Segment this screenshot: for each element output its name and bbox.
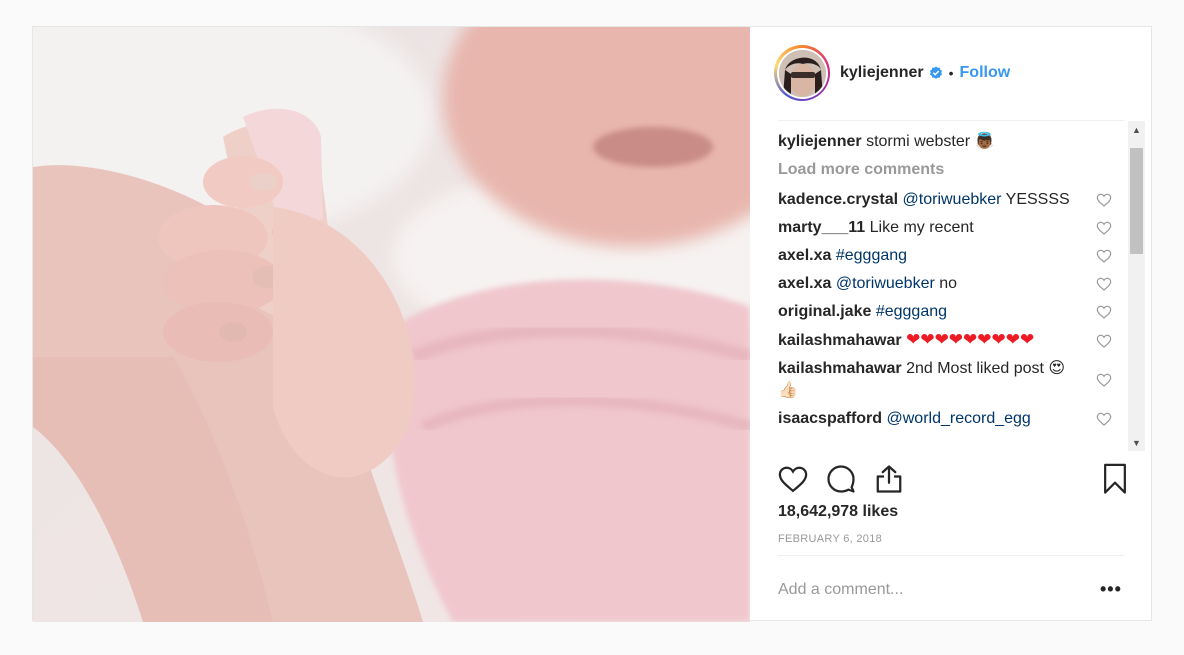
more-options-button[interactable]: ••• <box>1100 579 1122 600</box>
post-photo[interactable] <box>33 27 750 622</box>
comment-like-heart-icon[interactable] <box>1096 192 1112 208</box>
follow-button[interactable]: Follow <box>960 64 1011 82</box>
comment-like-heart-icon[interactable] <box>1096 304 1112 320</box>
post-date[interactable]: FEBRUARY 6, 2018 <box>778 533 882 545</box>
post-header: kyliejenner • Follow <box>774 44 1010 102</box>
scrollbar-thumb[interactable] <box>1130 148 1143 254</box>
comment-like-heart-icon[interactable] <box>1096 333 1112 349</box>
comment-hashtag[interactable]: #egggang <box>876 303 947 320</box>
comment-like-heart-icon[interactable] <box>1096 372 1112 388</box>
comment-username[interactable]: kailashmahawar <box>778 360 902 377</box>
comment-text: YESSSS <box>1001 191 1070 208</box>
comment-text: ❤❤❤❤❤❤❤❤❤ <box>906 330 1035 349</box>
comment-mention[interactable]: @toriwuebker <box>903 191 1002 208</box>
comment-row: original.jake #egggang <box>778 301 1128 323</box>
footer-divider <box>778 555 1124 556</box>
comment-username[interactable]: marty___11 <box>778 219 865 236</box>
comment-hashtag[interactable]: #egggang <box>836 247 907 264</box>
comment-like-heart-icon[interactable] <box>1096 276 1112 292</box>
comments-list[interactable]: kyliejenner stormi webster 👼🏾 Load more … <box>750 121 1128 451</box>
comment-icon <box>827 465 855 493</box>
comment-like-heart-icon[interactable] <box>1096 411 1112 427</box>
comment-username[interactable]: axel.xa <box>778 275 831 292</box>
action-bar <box>778 461 1128 497</box>
verified-badge-icon <box>929 66 943 80</box>
comment-row: kadence.crystal @toriwuebker YESSSS <box>778 189 1128 211</box>
share-button[interactable] <box>874 462 910 496</box>
comment-mention[interactable]: @toriwuebker <box>836 275 935 292</box>
comment-username[interactable]: kadence.crystal <box>778 191 898 208</box>
likes-count[interactable]: 18,642,978 likes <box>778 503 898 521</box>
comment-username[interactable]: axel.xa <box>778 247 831 264</box>
comment-row: kailashmahawar 2nd Most liked post 😍👍🏻 <box>778 358 1128 402</box>
comment-row: isaacspafford @world_record_egg <box>778 408 1128 430</box>
separator-dot: • <box>948 65 954 81</box>
comment-row: marty___11 Like my recent <box>778 217 1128 239</box>
comment-username[interactable]: original.jake <box>778 303 871 320</box>
share-icon <box>876 465 902 493</box>
comment-mention[interactable]: @world_record_egg <box>887 410 1031 427</box>
avatar-story-ring[interactable] <box>774 45 830 101</box>
comment-row: axel.xa #egggang <box>778 245 1128 267</box>
bookmark-icon <box>1104 463 1126 494</box>
comment-row: kailashmahawar ❤❤❤❤❤❤❤❤❤ <box>778 329 1128 352</box>
comment-row: axel.xa @toriwuebker no <box>778 273 1128 295</box>
scroll-up-icon[interactable]: ▲ <box>1128 121 1145 138</box>
comment-text: no <box>934 275 958 292</box>
comment-username[interactable]: isaacspafford <box>778 410 882 427</box>
comment-like-heart-icon[interactable] <box>1096 248 1112 264</box>
avatar[interactable] <box>778 49 826 97</box>
comment-button[interactable] <box>826 462 862 496</box>
comment-text: Like my recent <box>869 219 974 236</box>
baby-hand-photo <box>33 27 750 622</box>
load-more-comments-button[interactable]: Load more comments <box>778 159 1128 181</box>
like-button[interactable] <box>778 462 814 496</box>
scroll-down-icon[interactable]: ▼ <box>1128 434 1145 451</box>
heart-icon <box>778 466 808 493</box>
comment-username[interactable]: kailashmahawar <box>778 332 902 349</box>
save-button[interactable] <box>1102 463 1128 500</box>
caption: kyliejenner stormi webster 👼🏾 <box>778 131 1128 153</box>
comments-scrollbar[interactable]: ▲ ▼ <box>1128 121 1145 451</box>
post-sidebar: kyliejenner • Follow kyliejenner stormi … <box>750 27 1153 622</box>
instagram-post: kyliejenner • Follow kyliejenner stormi … <box>32 26 1153 622</box>
caption-username[interactable]: kyliejenner <box>778 133 862 150</box>
post-username[interactable]: kyliejenner <box>840 64 924 82</box>
caption-text: stormi webster 👼🏾 <box>866 133 995 150</box>
add-comment-input[interactable] <box>778 579 1068 601</box>
comment-like-heart-icon[interactable] <box>1096 220 1112 236</box>
